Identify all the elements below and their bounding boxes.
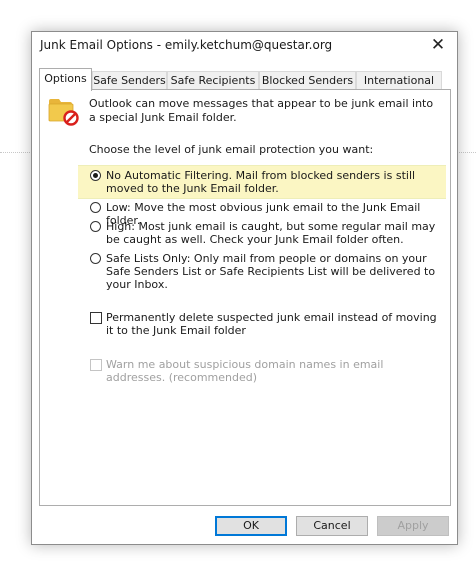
tab-options[interactable]: Options [39, 68, 92, 91]
tab-safe-recipients[interactable]: Safe Recipients [167, 71, 259, 89]
radio-high[interactable] [90, 221, 101, 232]
option-no-filtering[interactable]: No Automatic Filtering. Mail from blocke… [78, 165, 446, 199]
radio-no-filtering[interactable] [90, 170, 101, 181]
option-safe-lists-only[interactable]: Safe Lists Only: Only mail from people o… [78, 251, 446, 295]
junk-folder-icon [48, 99, 79, 126]
intro-text: Outlook can move messages that appear to… [89, 97, 434, 124]
apply-button[interactable]: Apply [377, 516, 449, 536]
ok-button[interactable]: OK [215, 516, 287, 536]
dialog-title: Junk Email Options - emily.ketchum@quest… [40, 38, 333, 52]
permanently-delete-label: Permanently delete suspected junk email … [106, 311, 437, 337]
warn-domains-label: Warn me about suspicious domain names in… [106, 358, 384, 384]
close-icon[interactable]: ✕ [425, 33, 451, 57]
permanently-delete-checkbox[interactable] [90, 312, 102, 324]
option-high-label: High: Most junk email is caught, but som… [106, 220, 436, 246]
options-panel: Outlook can move messages that appear to… [39, 89, 451, 506]
option-no-filtering-label: No Automatic Filtering. Mail from blocke… [106, 169, 416, 195]
tab-blocked-senders[interactable]: Blocked Senders [259, 71, 356, 89]
choose-level-label: Choose the level of junk email protectio… [89, 143, 374, 156]
option-safe-lists-only-label: Safe Lists Only: Only mail from people o… [106, 252, 436, 291]
tab-safe-senders[interactable]: Safe Senders [92, 71, 167, 89]
option-high[interactable]: High: Most junk email is caught, but som… [78, 219, 446, 249]
tab-international[interactable]: International [356, 71, 442, 89]
warn-domains-checkbox[interactable] [90, 359, 102, 371]
radio-low[interactable] [90, 202, 101, 213]
cancel-button[interactable]: Cancel [296, 516, 368, 536]
option-low[interactable]: Low: Move the most obvious junk email to… [78, 200, 446, 227]
junk-email-options-dialog: Junk Email Options - emily.ketchum@quest… [31, 31, 458, 545]
radio-safe-lists-only[interactable] [90, 253, 101, 264]
tab-strip: Options Safe Senders Safe Recipients Blo… [39, 68, 451, 91]
title-bar: Junk Email Options - emily.ketchum@quest… [32, 32, 457, 60]
